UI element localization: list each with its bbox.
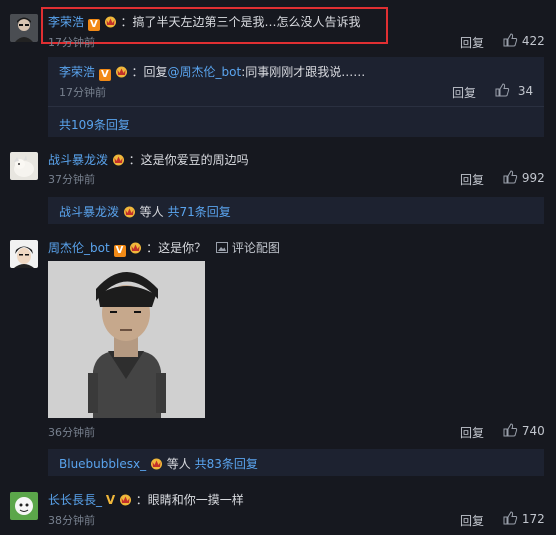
timestamp: 36分钟前: [48, 426, 95, 439]
username[interactable]: 战斗暴龙泼: [59, 205, 119, 219]
crown-badge-icon: [123, 206, 135, 218]
like-button[interactable]: 992: [503, 170, 545, 185]
like-count: 34: [517, 84, 534, 98]
crown-badge-icon: [150, 458, 162, 470]
reply-button[interactable]: 回复: [460, 171, 484, 188]
avatar[interactable]: [10, 152, 38, 180]
timestamp: 37分钟前: [48, 173, 95, 186]
crown-badge-icon: [130, 242, 142, 254]
like-count: 172: [521, 512, 545, 526]
like-button[interactable]: 172: [503, 511, 545, 526]
comment-text: ：这是你？: [146, 241, 207, 255]
like-count: 422: [521, 34, 545, 48]
username[interactable]: 战斗暴龙泼: [48, 153, 108, 167]
comment-image[interactable]: [48, 261, 205, 418]
comment-text: ：搞了半天左边第三个是我…怎么没人告诉我: [120, 15, 361, 29]
avatar[interactable]: [10, 240, 38, 268]
crown-badge-icon: [112, 154, 124, 166]
reply-button[interactable]: 回复: [452, 84, 476, 101]
like-button[interactable]: 422: [503, 33, 545, 48]
timestamp: 17分钟前: [48, 36, 95, 49]
verified-v-icon: V: [87, 19, 100, 31]
timestamp: 38分钟前: [48, 514, 95, 527]
thumbs-up-icon: [503, 511, 518, 525]
more-replies-link[interactable]: 共71条回复: [168, 205, 231, 219]
timestamp: 17分钟前: [59, 86, 106, 99]
like-button[interactable]: 34: [495, 83, 533, 98]
verified-v-icon: V: [105, 493, 116, 507]
like-count: 992: [521, 171, 545, 185]
reply-button[interactable]: 回复: [460, 424, 484, 441]
verified-v-icon: V: [113, 245, 126, 257]
divider: [48, 106, 544, 107]
comment-line: 周杰伦_bot V ：这是你？ 评论配图: [48, 239, 280, 257]
mention-link[interactable]: @周杰伦_bot: [168, 65, 242, 79]
summary-text: 等人: [166, 457, 191, 471]
comment-line: 战斗暴龙泼 ：这是你爱豆的周边吗: [48, 151, 249, 168]
avatar[interactable]: [10, 14, 38, 42]
more-replies-link[interactable]: 共83条回复: [195, 457, 258, 471]
crown-badge-icon: [119, 494, 131, 506]
reply-prefix: ：回复: [131, 65, 168, 79]
username[interactable]: Bluebubblesx_: [59, 457, 146, 471]
comment-text: ：这是你爱豆的周边吗: [128, 153, 249, 167]
reply-summary-line: Bluebubblesx_ 等人 共83条回复: [59, 455, 258, 472]
more-replies-link[interactable]: 共109条回复: [59, 116, 130, 133]
summary-text: 等人: [139, 205, 164, 219]
comment-line: 李荣浩 V ：搞了半天左边第三个是我…怎么没人告诉我: [48, 13, 361, 31]
reply-summary-line: 战斗暴龙泼 等人 共71条回复: [59, 203, 231, 220]
username[interactable]: 李荣浩: [48, 15, 84, 29]
image-link-label: 评论配图: [231, 241, 280, 255]
reply-button[interactable]: 回复: [460, 34, 484, 51]
thumbs-up-icon: [495, 83, 510, 97]
username[interactable]: 周杰伦_bot: [48, 241, 110, 255]
username[interactable]: 长长長長_: [48, 493, 102, 507]
image-link[interactable]: 评论配图: [216, 241, 280, 255]
crown-badge-icon: [104, 16, 116, 28]
username[interactable]: 李荣浩: [59, 65, 95, 79]
thumbs-up-icon: [503, 33, 518, 47]
like-count: 740: [521, 424, 545, 438]
like-button[interactable]: 740: [503, 423, 545, 438]
comment-text: :同事刚刚才跟我说……: [241, 65, 366, 79]
nested-comment-line: 李荣浩 V ：回复@周杰伦_bot:同事刚刚才跟我说……: [59, 63, 365, 81]
thumbs-up-icon: [503, 170, 518, 184]
avatar[interactable]: [10, 492, 38, 520]
comment-text: ：眼睛和你一摸一样: [135, 493, 244, 507]
image-icon: [216, 242, 228, 253]
comment-line: 长长長長_ V ：眼睛和你一摸一样: [48, 491, 244, 508]
thumbs-up-icon: [503, 423, 518, 437]
crown-badge-icon: [115, 66, 127, 78]
verified-v-icon: V: [98, 69, 111, 81]
reply-button[interactable]: 回复: [460, 512, 484, 529]
